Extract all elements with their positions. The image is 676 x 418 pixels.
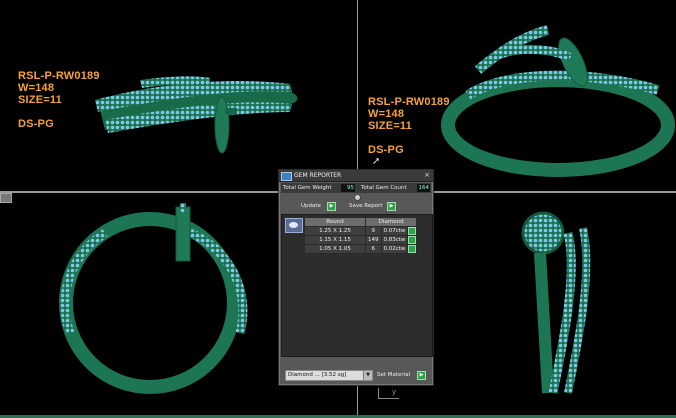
save-report-label: Save Report bbox=[349, 203, 383, 209]
update-label: Update bbox=[301, 203, 321, 209]
label-line: DS-PG bbox=[368, 144, 404, 156]
table-row: 1.05 X 1.05 6 0.02ctw bbox=[304, 244, 418, 254]
action-row: Update ▶ Save Report ▶ bbox=[281, 201, 431, 211]
total-gem-weight-value: 95 bbox=[341, 184, 355, 192]
diamond-gem-icon bbox=[285, 218, 303, 233]
total-gem-weight-label: Total Gem Weight bbox=[283, 185, 332, 191]
label-line: RSL-P-RW0189 bbox=[18, 70, 100, 82]
chevron-down-icon[interactable]: ▼ bbox=[363, 371, 372, 380]
gem-count: 6 bbox=[365, 244, 382, 254]
label-line: RSL-P-RW0189 bbox=[368, 96, 450, 108]
label-line: W=148 bbox=[18, 82, 55, 94]
material-select[interactable]: Diamond ... [3.52 sg] ▼ bbox=[285, 370, 373, 381]
panel-titlebar[interactable]: GEM REPORTER × bbox=[279, 170, 433, 182]
total-gem-count-label: Total Gem Count bbox=[361, 185, 407, 191]
label-line bbox=[18, 106, 100, 118]
label-line: DS-PG bbox=[18, 118, 54, 130]
row-select-button[interactable] bbox=[408, 236, 417, 244]
set-material-label: Set Material bbox=[377, 372, 411, 378]
ring-info-label-tr: RSL-P-RW0189 W=148 SIZE=11 DS-PG bbox=[368, 96, 450, 156]
gem-count: 9 bbox=[365, 226, 382, 236]
panel-title: GEM REPORTER bbox=[294, 172, 342, 179]
column-header-diamond: Diamond bbox=[364, 217, 418, 227]
axis-label: y bbox=[392, 388, 397, 396]
label-line: SIZE=11 bbox=[368, 120, 412, 132]
gem-table: Round Diamond 1.25 X 1.25 9 0.07ctw 1.15… bbox=[304, 217, 418, 254]
row-select-cell bbox=[407, 244, 418, 254]
gem-reporter-panel[interactable]: GEM REPORTER × Total Gem Weight 95 Total… bbox=[278, 169, 434, 386]
row-select-cell bbox=[407, 235, 418, 245]
gem-size: 1.05 X 1.05 bbox=[304, 244, 366, 254]
mouse-cursor-icon: ➚ bbox=[372, 156, 381, 167]
panel-slider-knob[interactable] bbox=[354, 194, 361, 201]
gem-list-area: Round Diamond 1.25 X 1.25 9 0.07ctw 1.15… bbox=[281, 214, 433, 357]
save-report-button[interactable]: ▶ bbox=[387, 202, 396, 211]
row-select-button[interactable] bbox=[408, 227, 417, 235]
viewport-menu-icon[interactable] bbox=[0, 193, 12, 203]
gem-reporter-logo-icon bbox=[281, 172, 292, 181]
table-row: 1.15 X 1.15 149 0.83ctw bbox=[304, 235, 418, 245]
gem-size: 1.15 X 1.15 bbox=[304, 235, 366, 245]
gem-weight: 0.83ctw bbox=[380, 235, 409, 245]
gem-weight: 0.02ctw bbox=[380, 244, 409, 254]
totals-row: Total Gem Weight 95 Total Gem Count 164 bbox=[281, 183, 431, 193]
gem-size: 1.25 X 1.25 bbox=[304, 226, 366, 236]
column-header-round: Round bbox=[304, 217, 366, 227]
label-line: SIZE=11 bbox=[18, 94, 62, 106]
total-gem-count-value: 164 bbox=[417, 184, 430, 192]
material-select-value: Diamond ... [3.52 sg] bbox=[288, 372, 347, 378]
material-row: Diamond ... [3.52 sg] ▼ Set Material ▶ bbox=[281, 369, 431, 381]
gem-weight: 0.07ctw bbox=[380, 226, 409, 236]
close-icon[interactable]: × bbox=[423, 171, 431, 179]
gem-count: 149 bbox=[365, 235, 382, 245]
table-row: 1.25 X 1.25 9 0.07ctw bbox=[304, 226, 418, 236]
update-button[interactable]: ▶ bbox=[327, 202, 336, 211]
label-line: W=148 bbox=[368, 108, 405, 120]
row-select-cell bbox=[407, 226, 418, 236]
row-select-button[interactable] bbox=[408, 245, 417, 253]
set-material-button[interactable]: ▶ bbox=[417, 371, 426, 380]
ring-info-label-tl: RSL-P-RW0189 W=148 SIZE=11 DS-PG bbox=[18, 70, 100, 130]
label-line bbox=[368, 132, 450, 144]
